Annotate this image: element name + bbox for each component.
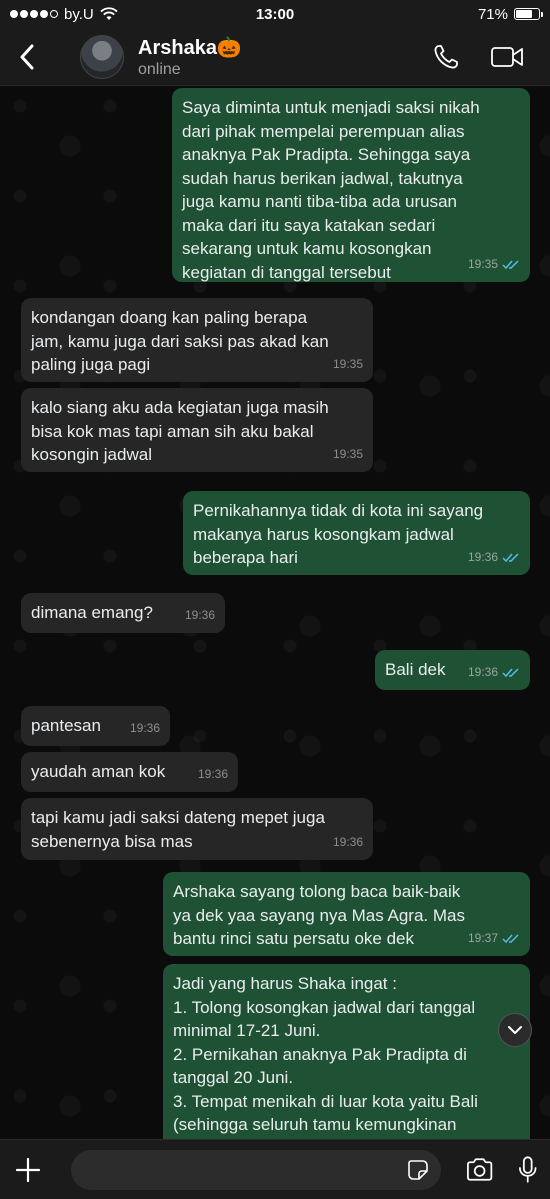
double-check-icon [502, 260, 519, 269]
avatar[interactable] [80, 34, 124, 79]
back-button[interactable] [12, 37, 42, 77]
double-check-icon [502, 934, 519, 943]
double-check-icon [502, 668, 519, 677]
message-incoming[interactable]: dimana emang? 19:36 [21, 593, 225, 633]
message-outgoing[interactable]: Pernikahannya tidak di kota ini sayang m… [183, 491, 530, 575]
chevron-down-icon [508, 1026, 522, 1034]
message-list[interactable]: Saya diminta untuk menjadi saksi nikah d… [0, 86, 550, 1139]
message-meta: 19:36 [198, 763, 228, 787]
status-bar: by.U 13:00 71% [0, 0, 550, 28]
message-text: Jadi yang harus Shaka ingat : 1. Tolong … [173, 974, 478, 1134]
phone-icon[interactable] [432, 43, 460, 71]
scroll-to-bottom-button[interactable] [498, 1013, 532, 1047]
contact-status: online [138, 60, 181, 78]
chevron-left-icon [20, 44, 34, 69]
message-time: 19:36 [467, 549, 498, 564]
message-meta: 19:36 [468, 546, 520, 570]
wifi-icon [100, 7, 118, 20]
message-meta: 19:35 [333, 353, 363, 377]
message-input-wrapper [57, 1149, 442, 1190]
message-outgoing[interactable]: Saya diminta untuk menjadi saksi nikah d… [172, 88, 530, 282]
message-time: 19:37 [467, 930, 498, 945]
message-time: 19:36 [129, 720, 160, 735]
header-actions [432, 43, 538, 71]
video-camera-icon[interactable] [490, 45, 524, 69]
message-incoming[interactable]: pantesan 19:36 [21, 706, 170, 746]
camera-icon[interactable] [465, 1157, 494, 1183]
message-incoming[interactable]: tapi kamu jadi saksi dateng mepet juga s… [21, 798, 373, 860]
signal-icon [10, 10, 58, 18]
message-time: 19:36 [332, 834, 363, 849]
carrier-name: by.U [64, 5, 94, 23]
contact-name: Arshaka🎃 [138, 36, 242, 59]
message-meta: 19:35 [333, 443, 363, 467]
message-meta: 19:37 [468, 927, 520, 951]
battery-group: 71% [477, 5, 543, 23]
message-meta: 19:36 [185, 604, 215, 628]
message-time: 19:35 [332, 356, 363, 371]
message-time: 19:35 [467, 256, 498, 271]
message-outgoing[interactable]: Bali dek 19:36 [375, 650, 530, 690]
microphone-icon[interactable] [517, 1155, 538, 1185]
sticker-icon[interactable] [407, 1159, 429, 1181]
message-meta: 19:36 [468, 661, 520, 685]
message-input[interactable] [71, 1149, 442, 1190]
plus-icon [15, 1157, 40, 1182]
message-outgoing[interactable]: Jadi yang harus Shaka ingat : 1. Tolong … [163, 964, 530, 1139]
contact-info[interactable]: Arshaka🎃 online [138, 35, 242, 79]
message-meta: 19:35 [468, 253, 520, 277]
message-meta: 19:36 [333, 831, 363, 855]
carrier-group: by.U [10, 6, 118, 23]
message-incoming[interactable]: kondangan doang kan paling berapa jam, k… [21, 298, 373, 382]
battery-icon [514, 8, 543, 20]
message-incoming[interactable]: kalo siang aku ada kegiatan juga masih b… [21, 388, 373, 472]
double-check-icon [502, 553, 519, 562]
battery-percent: 71% [477, 5, 508, 23]
message-time: 19:35 [332, 446, 363, 461]
message-text: kondangan doang kan paling berapa jam, k… [31, 308, 329, 374]
message-outgoing[interactable]: Arshaka sayang tolong baca baik-baik ya … [163, 872, 530, 956]
message-time: 19:36 [467, 664, 498, 679]
message-text: tapi kamu jadi saksi dateng mepet juga s… [31, 808, 325, 851]
message-incoming[interactable]: yaudah aman kok 19:36 [21, 752, 238, 792]
message-time: 19:36 [184, 607, 215, 622]
message-time: 19:36 [197, 766, 228, 781]
message-text: kalo siang aku ada kegiatan juga masih b… [31, 398, 329, 464]
attach-button[interactable] [12, 1154, 43, 1186]
message-meta: 19:36 [130, 717, 160, 741]
chat-header: Arshaka🎃 online [0, 28, 550, 86]
input-bar [0, 1139, 550, 1199]
